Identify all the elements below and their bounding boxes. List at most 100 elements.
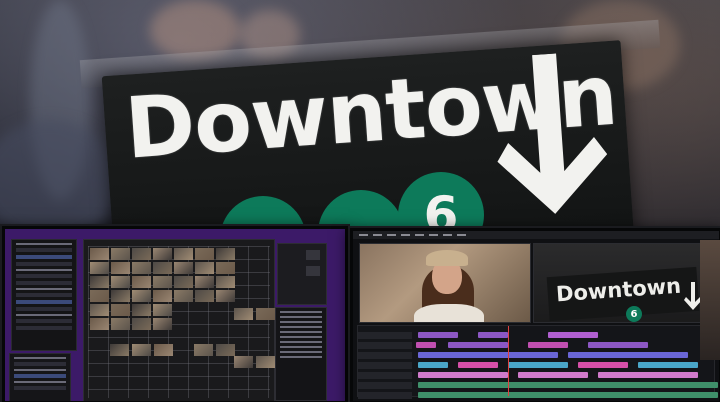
list-item[interactable] xyxy=(16,248,72,252)
clip-thumbnail[interactable] xyxy=(216,344,235,356)
list-item[interactable] xyxy=(14,357,66,359)
clip-thumbnail[interactable] xyxy=(195,262,214,274)
clip-thumbnail[interactable] xyxy=(154,344,173,356)
clip-thumbnail[interactable] xyxy=(216,276,235,288)
list-item[interactable] xyxy=(16,300,72,304)
timeline-clip[interactable] xyxy=(518,372,588,378)
clip-thumbnail[interactable] xyxy=(195,248,214,260)
clip-thumbnail[interactable] xyxy=(132,318,151,330)
clip-thumbnail[interactable] xyxy=(153,276,172,288)
timeline-clip[interactable] xyxy=(568,352,688,358)
list-item[interactable] xyxy=(16,314,72,316)
clip-thumbnail[interactable] xyxy=(90,318,109,330)
clip-thumbnail[interactable] xyxy=(216,262,235,274)
clip-thumbnail[interactable] xyxy=(195,276,214,288)
timeline-clip[interactable] xyxy=(528,342,568,348)
list-item[interactable] xyxy=(14,362,66,366)
clip-thumbnail[interactable] xyxy=(90,276,109,288)
menu-item[interactable] xyxy=(443,234,452,236)
list-item[interactable] xyxy=(16,326,72,330)
menu-item[interactable] xyxy=(359,234,368,236)
clip-thumbnail[interactable] xyxy=(153,248,172,260)
list-item[interactable] xyxy=(16,319,72,323)
clip-thumbnail[interactable] xyxy=(132,276,151,288)
list-item[interactable] xyxy=(280,346,322,348)
clip-thumbnail[interactable] xyxy=(234,308,253,320)
timeline-clip[interactable] xyxy=(578,362,628,368)
clip-thumbnail[interactable] xyxy=(216,290,235,302)
playhead[interactable] xyxy=(508,326,509,396)
timeline-clip[interactable] xyxy=(418,382,718,388)
menu-item[interactable] xyxy=(373,234,382,236)
clip-thumbnail[interactable] xyxy=(153,262,172,274)
timeline-clip[interactable] xyxy=(418,352,558,358)
timeline-clip[interactable] xyxy=(418,372,508,378)
list-item[interactable] xyxy=(16,293,72,297)
clip-thumbnail[interactable] xyxy=(111,304,130,316)
track-header[interactable] xyxy=(358,382,412,389)
list-item[interactable] xyxy=(14,386,66,390)
menu-item[interactable] xyxy=(401,234,410,236)
clip-thumbnail[interactable] xyxy=(153,304,172,316)
clip-thumbnail[interactable] xyxy=(90,304,109,316)
track-header[interactable] xyxy=(358,372,412,379)
clip-thumbnail[interactable] xyxy=(132,248,151,260)
timeline-clip[interactable] xyxy=(458,362,498,368)
list-item[interactable] xyxy=(16,288,72,290)
source-viewer[interactable] xyxy=(359,243,531,323)
menu-item[interactable] xyxy=(429,234,438,236)
timeline-clip[interactable] xyxy=(448,342,508,348)
clip-thumbnail[interactable] xyxy=(216,248,235,260)
clip-thumbnail[interactable] xyxy=(111,318,130,330)
clip-thumbnail[interactable] xyxy=(132,344,151,356)
track-header[interactable] xyxy=(358,342,412,349)
clip-thumbnail[interactable] xyxy=(256,308,275,320)
list-item[interactable] xyxy=(14,369,66,371)
panel-button[interactable] xyxy=(306,250,320,260)
list-item[interactable] xyxy=(280,351,322,353)
menu-item[interactable] xyxy=(387,234,396,236)
clip-thumbnail[interactable] xyxy=(174,290,193,302)
list-item[interactable] xyxy=(16,243,72,245)
list-item[interactable] xyxy=(14,381,66,383)
clip-thumbnail[interactable] xyxy=(153,318,172,330)
clip-thumbnail[interactable] xyxy=(195,290,214,302)
clip-thumbnail[interactable] xyxy=(111,262,130,274)
list-item[interactable] xyxy=(280,326,322,328)
clip-thumbnail[interactable] xyxy=(194,344,213,356)
list-item[interactable] xyxy=(280,336,322,338)
clip-thumbnail[interactable] xyxy=(174,248,193,260)
record-viewer[interactable]: Downtown 6 xyxy=(533,243,711,323)
track-header[interactable] xyxy=(358,352,412,359)
timeline-clip[interactable] xyxy=(418,332,458,338)
menu-item[interactable] xyxy=(415,234,424,236)
clip-thumbnail[interactable] xyxy=(110,344,129,356)
clip-thumbnail[interactable] xyxy=(132,290,151,302)
clip-thumbnail[interactable] xyxy=(174,262,193,274)
clip-thumbnail[interactable] xyxy=(153,290,172,302)
track-header[interactable] xyxy=(358,362,412,369)
timeline-clip[interactable] xyxy=(418,362,448,368)
timeline-clip[interactable] xyxy=(416,342,436,348)
track-header[interactable] xyxy=(358,392,412,399)
clip-thumbnail[interactable] xyxy=(234,356,253,368)
list-item[interactable] xyxy=(14,374,66,378)
clip-thumbnail[interactable] xyxy=(132,262,151,274)
list-item[interactable] xyxy=(16,269,72,271)
list-item[interactable] xyxy=(16,274,72,278)
menu-item[interactable] xyxy=(457,234,466,236)
timeline-clip[interactable] xyxy=(588,342,648,348)
panel-button[interactable] xyxy=(306,266,320,276)
list-item[interactable] xyxy=(16,281,72,285)
clip-thumbnail[interactable] xyxy=(174,276,193,288)
list-item[interactable] xyxy=(16,262,72,266)
list-item[interactable] xyxy=(16,307,72,311)
list-item[interactable] xyxy=(280,321,322,323)
clip-thumbnail[interactable] xyxy=(90,290,109,302)
timeline-clip[interactable] xyxy=(478,332,508,338)
timeline-clip[interactable] xyxy=(418,392,718,398)
clip-thumbnail[interactable] xyxy=(90,262,109,274)
timeline-clip[interactable] xyxy=(638,362,698,368)
list-item[interactable] xyxy=(280,316,322,318)
clip-thumbnail[interactable] xyxy=(111,276,130,288)
